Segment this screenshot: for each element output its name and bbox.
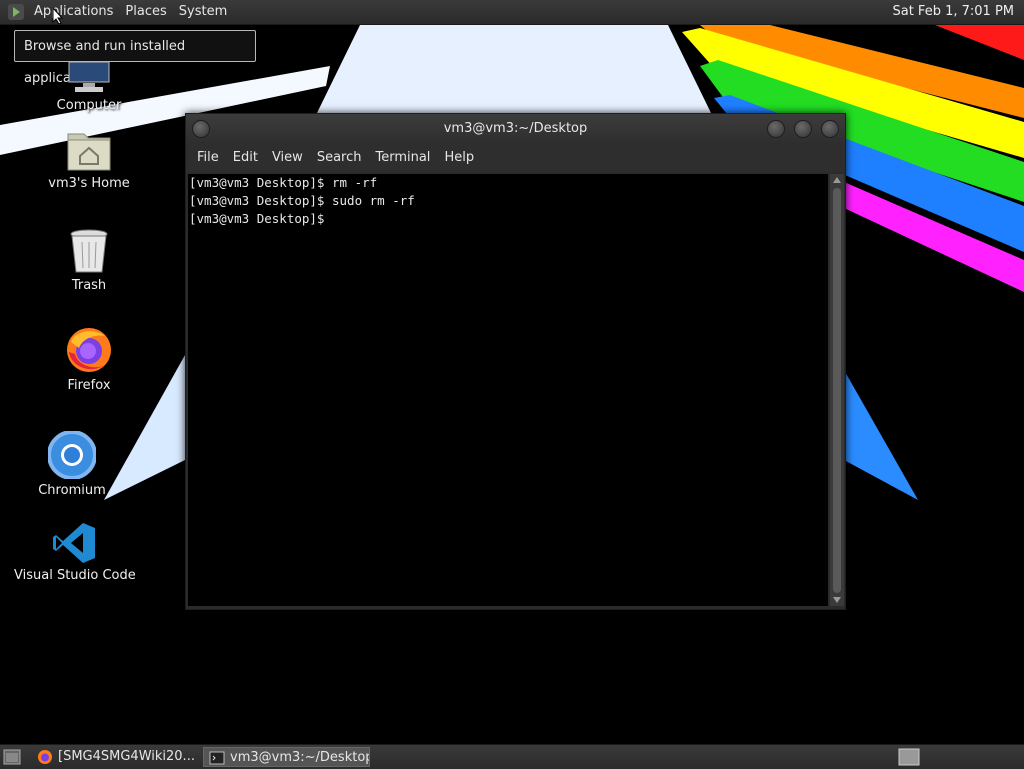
menu-help[interactable]: Help (437, 144, 481, 172)
bottom-panel: [SMG4SMG4Wiki20... vm3@vm3:~/Desktop (0, 744, 1024, 769)
scroll-up-icon[interactable] (833, 177, 841, 183)
workspace-switcher-icon[interactable] (898, 748, 920, 766)
taskbar-item-terminal[interactable]: vm3@vm3:~/Desktop (203, 747, 370, 767)
window-title: vm3@vm3:~/Desktop (443, 121, 588, 136)
desktop-icon-vscode[interactable]: Visual Studio Code (14, 522, 136, 583)
desktop-icon-trash[interactable]: Trash (29, 228, 149, 293)
close-icon[interactable] (821, 120, 839, 138)
terminal-line: [vm3@vm3 Desktop]$ rm -rf (189, 175, 378, 190)
applications-tooltip: Browse and run installed applications (14, 30, 256, 86)
desktop-icon-firefox[interactable]: Firefox (29, 326, 149, 393)
menu-view[interactable]: View (265, 144, 310, 172)
terminal-line: [vm3@vm3 Desktop]$ (189, 211, 332, 226)
menu-terminal[interactable]: Terminal (368, 144, 437, 172)
maximize-icon[interactable] (794, 120, 812, 138)
vscode-icon (53, 523, 95, 563)
terminal-line: [vm3@vm3 Desktop]$ sudo rm -rf (189, 193, 415, 208)
terminal-icon (209, 751, 225, 765)
menu-applications[interactable]: Applications (28, 0, 119, 24)
minimize-icon[interactable] (767, 120, 785, 138)
menu-file[interactable]: File (190, 144, 226, 172)
panel-clock[interactable]: Sat Feb 1, 7:01 PM (886, 0, 1020, 24)
desktop-icon-home[interactable]: vm3's Home (29, 128, 149, 191)
show-desktop-icon[interactable] (3, 749, 21, 765)
desktop-icon-label: Computer (56, 98, 122, 113)
scrollbar-thumb[interactable] (833, 188, 841, 593)
window-menu-icon[interactable] (192, 120, 210, 138)
terminal-output[interactable]: [vm3@vm3 Desktop]$ rm -rf [vm3@vm3 Deskt… (188, 174, 828, 606)
home-folder-icon (67, 133, 111, 171)
desktop-icon-label: vm3's Home (48, 176, 130, 191)
desktop-icon-label: Firefox (67, 378, 111, 393)
terminal-menu-bar: File Edit View Search Terminal Help (186, 144, 845, 172)
taskbar-item-firefox[interactable]: [SMG4SMG4Wiki20... (32, 747, 200, 767)
menu-system[interactable]: System (173, 0, 233, 24)
desktop-icon-label: Chromium (38, 483, 106, 498)
applications-logo-icon[interactable] (8, 4, 24, 20)
mouse-cursor-icon (52, 7, 64, 25)
firefox-icon (67, 328, 111, 372)
taskbar-item-label: vm3@vm3:~/Desktop (230, 750, 370, 765)
chromium-icon (48, 431, 96, 479)
computer-icon (68, 62, 110, 92)
menu-places[interactable]: Places (119, 0, 172, 24)
firefox-icon (38, 750, 52, 764)
scroll-down-icon[interactable] (833, 597, 841, 603)
terminal-scrollbar[interactable] (830, 174, 844, 606)
desktop-icon-computer[interactable]: Computer (29, 62, 149, 113)
taskbar-item-label: [SMG4SMG4Wiki20... (58, 749, 195, 764)
desktop-icon-label: Visual Studio Code (14, 568, 136, 583)
terminal-title-bar[interactable]: vm3@vm3:~/Desktop (186, 114, 845, 144)
menu-search[interactable]: Search (310, 144, 369, 172)
menu-edit[interactable]: Edit (226, 144, 265, 172)
terminal-window[interactable]: vm3@vm3:~/Desktop File Edit View Search … (185, 113, 846, 610)
desktop-icon-label: Trash (71, 278, 107, 293)
trash-icon (70, 229, 108, 273)
top-panel: Applications Places System Sat Feb 1, 7:… (0, 0, 1024, 25)
desktop-icon-chromium[interactable]: Chromium (12, 431, 132, 498)
